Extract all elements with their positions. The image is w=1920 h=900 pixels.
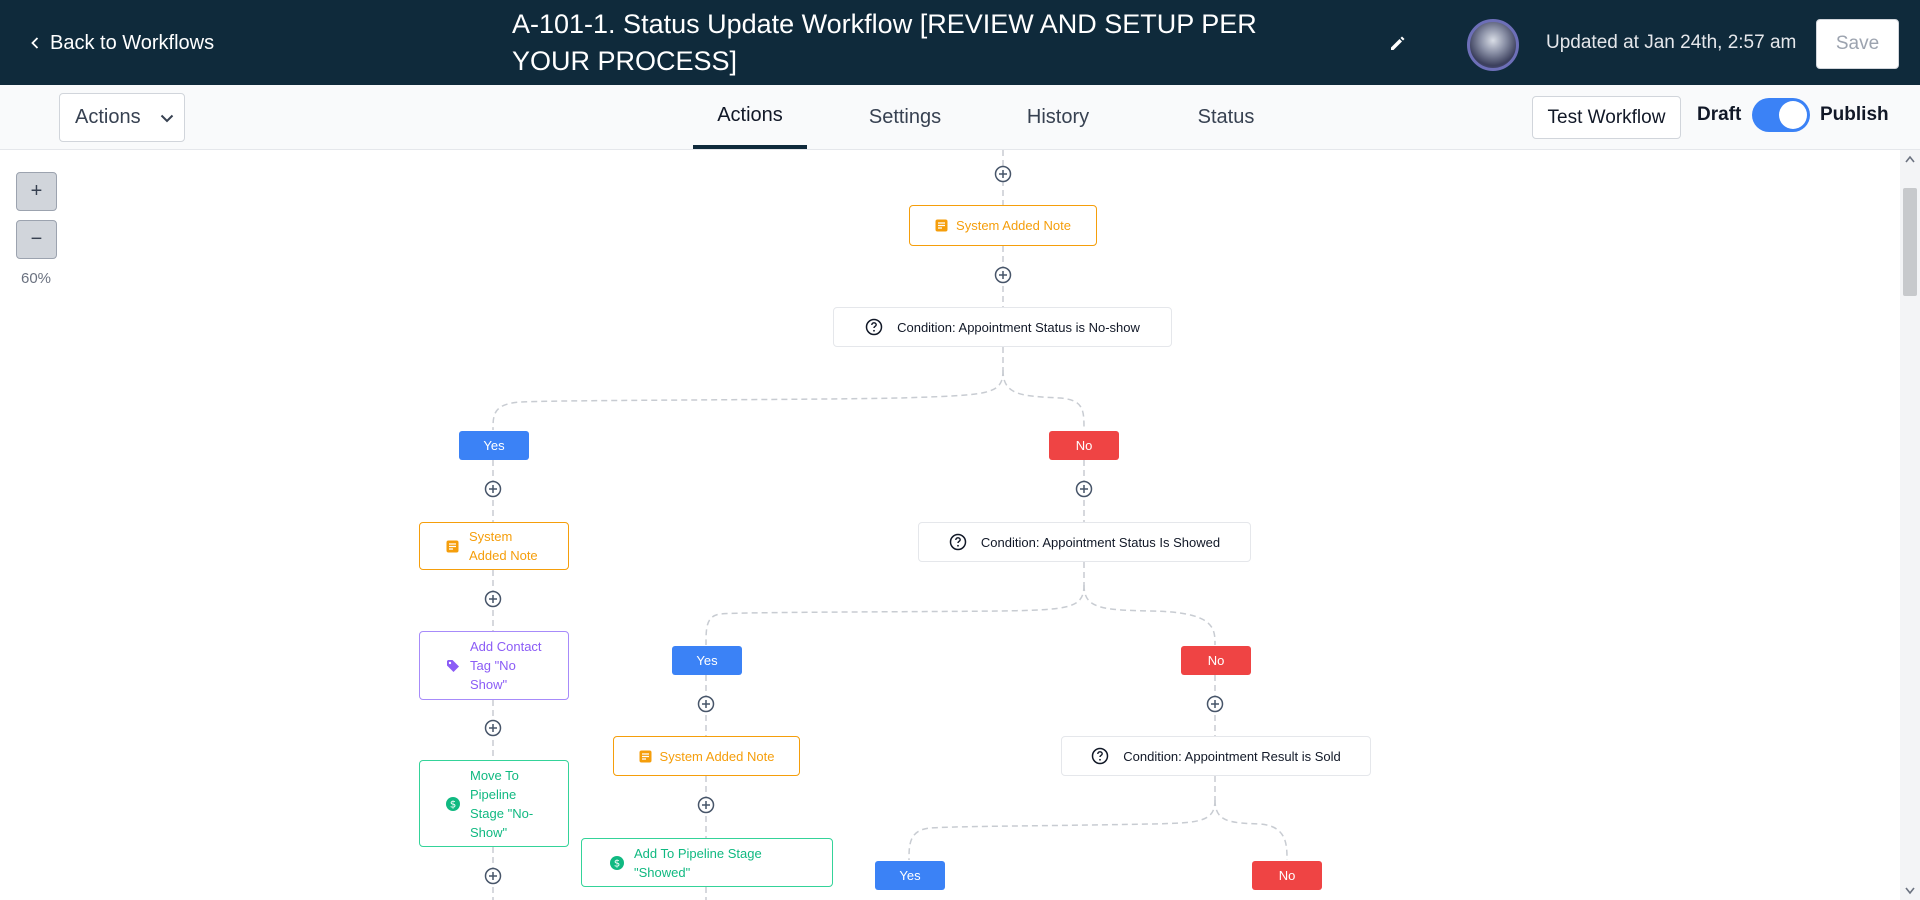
node-label: Add To Pipeline Stage "Showed" <box>634 845 762 880</box>
top-bar: Back to Workflows A-101-1. Status Update… <box>0 0 1920 85</box>
node-condition-showed[interactable]: Condition: Appointment Status Is Showed <box>918 522 1251 562</box>
node-condition-no-show[interactable]: Condition: Appointment Status is No-show <box>833 307 1172 347</box>
node-label: System Added Note <box>956 218 1071 233</box>
svg-text:$: $ <box>450 799 456 810</box>
back-to-workflows-link[interactable]: Back to Workflows <box>28 30 214 56</box>
branch-no[interactable]: No <box>1181 646 1251 675</box>
user-avatar[interactable] <box>1467 19 1519 71</box>
pencil-icon[interactable] <box>1388 33 1408 53</box>
node-system-added-note[interactable]: System Added Note <box>909 205 1097 246</box>
draft-label: Draft <box>1697 104 1742 125</box>
branch-no[interactable]: No <box>1252 861 1322 890</box>
add-action-plus-icon[interactable] <box>994 266 1012 284</box>
dollar-circle-icon: $ <box>610 855 624 870</box>
workflow-toolbar: Actions Actions Settings History Status … <box>0 85 1920 150</box>
tab-status[interactable]: Status <box>1186 85 1266 149</box>
node-label: Condition: Appointment Status is No-show <box>897 319 1140 335</box>
add-action-plus-icon[interactable] <box>484 480 502 498</box>
add-action-plus-icon[interactable] <box>697 695 715 713</box>
note-icon <box>935 219 948 232</box>
add-action-plus-icon[interactable] <box>1075 480 1093 498</box>
add-action-plus-icon[interactable] <box>484 719 502 737</box>
node-move-pipeline-stage[interactable]: $ Move To Pipeline Stage "No-Show" <box>419 760 569 847</box>
back-label: Back to Workflows <box>50 31 215 54</box>
actions-dropdown-label: Actions <box>75 106 141 128</box>
node-system-added-note[interactable]: System Added Note <box>613 736 800 776</box>
node-label: Add Contact Tag "No Show" <box>470 639 542 692</box>
chevron-left-icon <box>31 37 39 49</box>
dollar-circle-icon: $ <box>446 796 460 811</box>
node-add-pipeline-stage[interactable]: $ Add To Pipeline Stage "Showed" <box>581 838 833 887</box>
node-label: Move To Pipeline Stage "No-Show" <box>470 767 534 840</box>
branch-yes[interactable]: Yes <box>672 646 742 675</box>
publish-label: Publish <box>1820 104 1889 125</box>
question-circle-icon <box>1091 747 1109 765</box>
tab-history[interactable]: History <box>1015 85 1101 149</box>
node-label: Condition: Appointment Result is Sold <box>1123 748 1341 764</box>
add-action-plus-icon[interactable] <box>994 165 1012 183</box>
tab-actions[interactable]: Actions <box>693 85 807 149</box>
actions-dropdown[interactable]: Actions <box>59 93 185 142</box>
add-action-plus-icon[interactable] <box>484 590 502 608</box>
node-label: Condition: Appointment Status Is Showed <box>980 534 1221 550</box>
scroll-down-arrow-icon[interactable] <box>1904 886 1916 896</box>
node-add-contact-tag[interactable]: Add Contact Tag "No Show" <box>419 631 569 700</box>
workflow-tabs: Actions Settings History Status <box>650 85 1270 149</box>
note-icon <box>639 750 652 762</box>
add-action-plus-icon[interactable] <box>484 867 502 885</box>
scroll-up-arrow-icon[interactable] <box>1904 154 1916 164</box>
scrollbar-thumb[interactable] <box>1903 188 1917 296</box>
add-action-plus-icon[interactable] <box>1206 695 1224 713</box>
tag-icon <box>447 659 459 672</box>
node-label: System Added Note <box>659 748 775 764</box>
updated-timestamp: Updated at Jan 24th, 2:57 am <box>1546 32 1797 53</box>
branch-yes[interactable]: Yes <box>459 431 529 460</box>
question-circle-icon <box>949 533 967 551</box>
node-label: System Added Note <box>469 529 538 563</box>
question-circle-icon <box>865 318 883 336</box>
publish-toggle[interactable] <box>1752 98 1810 132</box>
note-icon <box>446 540 459 552</box>
node-system-added-note[interactable]: System Added Note <box>419 522 569 570</box>
svg-text:$: $ <box>614 858 620 869</box>
tab-settings[interactable]: Settings <box>855 85 955 149</box>
branch-no[interactable]: No <box>1049 431 1119 460</box>
save-button[interactable]: Save <box>1816 19 1899 69</box>
add-action-plus-icon[interactable] <box>697 796 715 814</box>
test-workflow-button[interactable]: Test Workflow <box>1532 96 1681 139</box>
toggle-knob <box>1779 101 1807 129</box>
workflow-title: A-101-1. Status Update Workflow [REVIEW … <box>512 9 1257 76</box>
chevron-down-icon <box>160 114 173 122</box>
branch-yes[interactable]: Yes <box>875 861 945 890</box>
workflow-canvas[interactable]: System Added Note Condition: Appointment… <box>0 150 1900 900</box>
node-condition-sold[interactable]: Condition: Appointment Result is Sold <box>1061 736 1371 776</box>
